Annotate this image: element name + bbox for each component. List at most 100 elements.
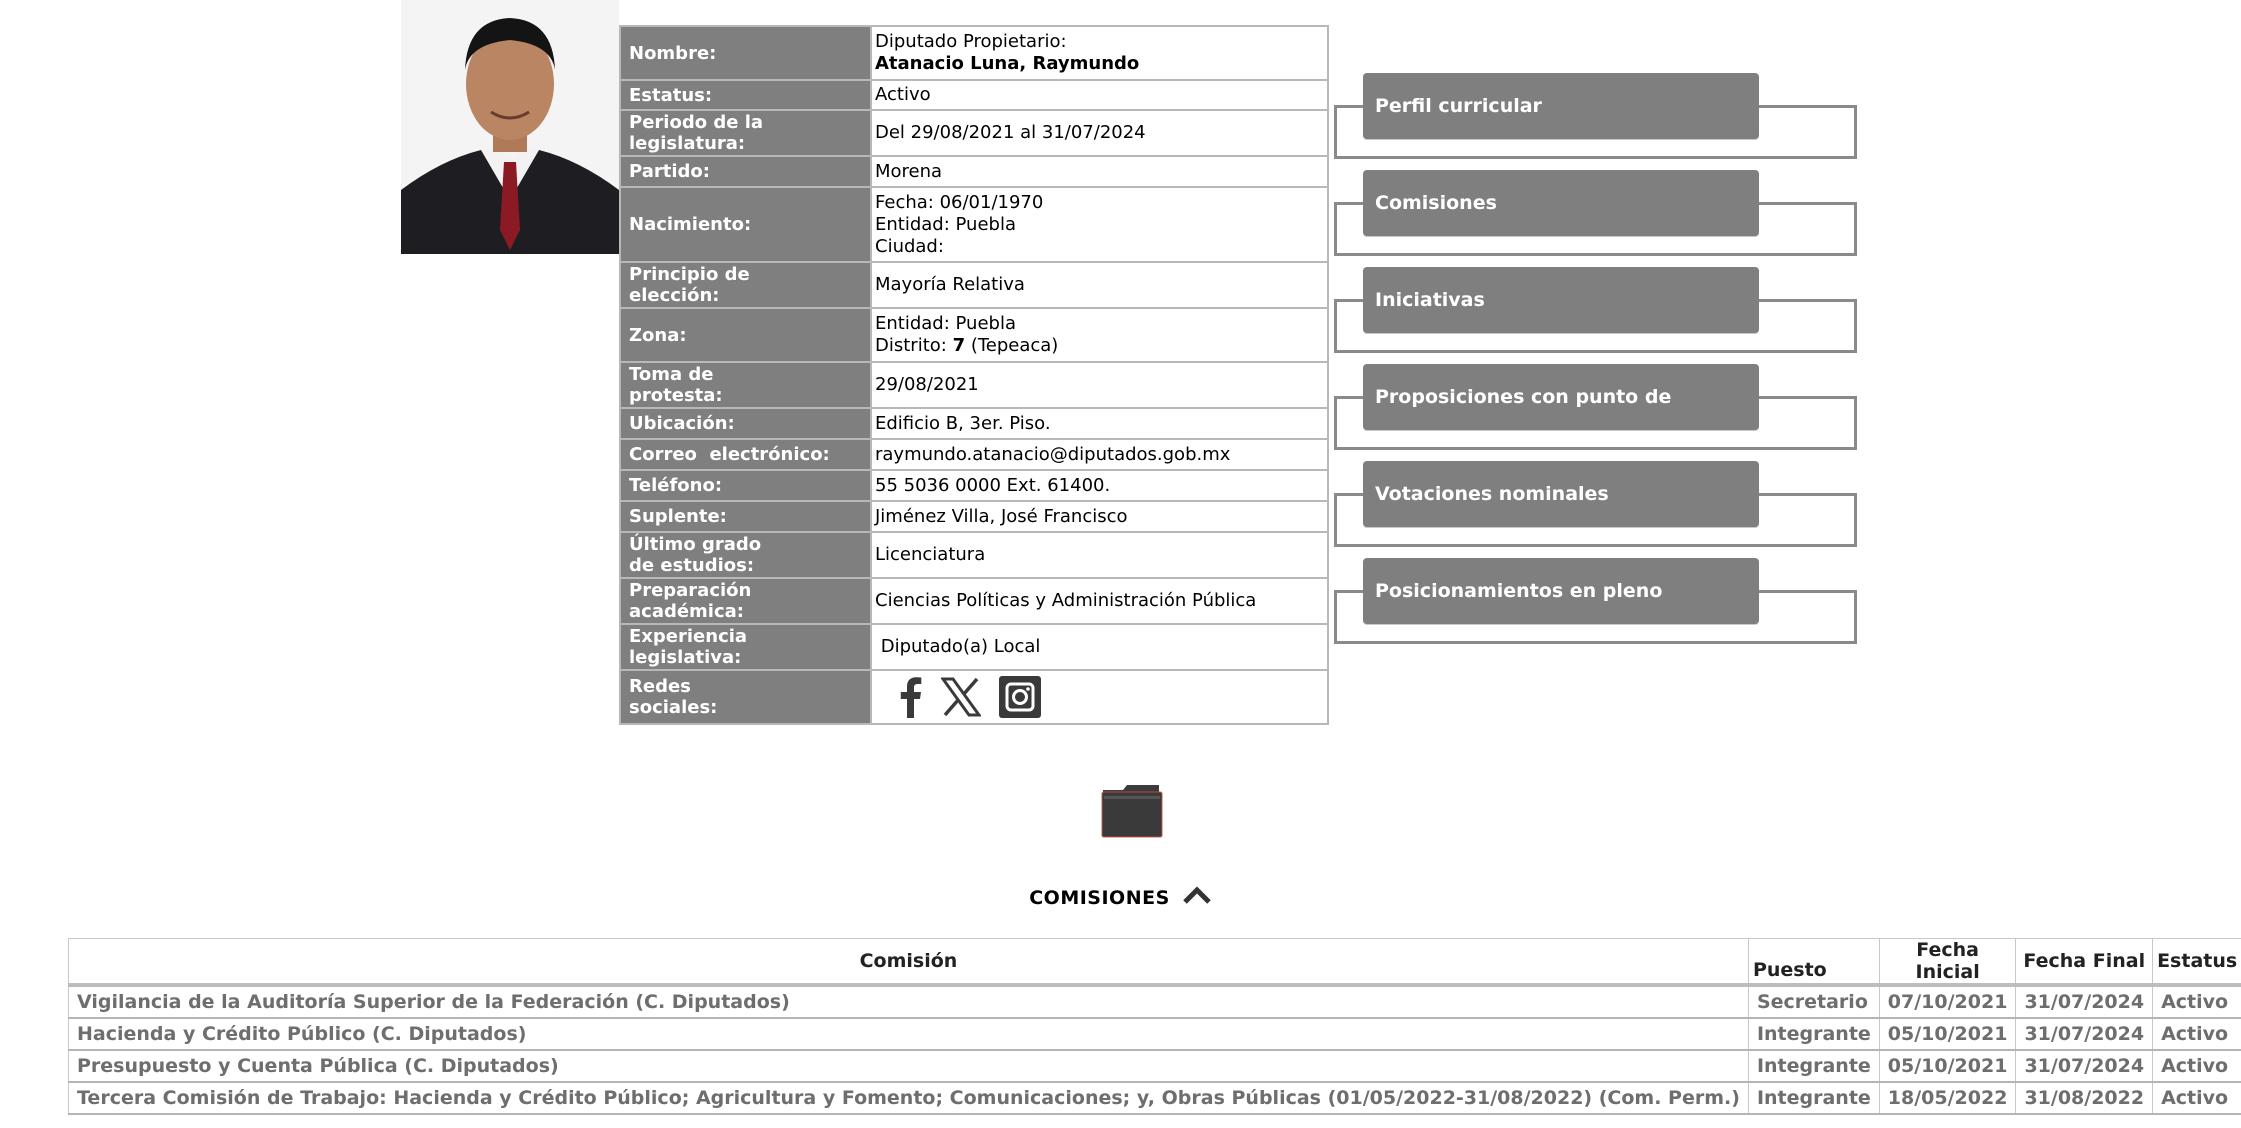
facebook-icon[interactable]	[897, 676, 923, 718]
row-grado: Último grado de estudios: Licenciatura	[619, 531, 1329, 579]
value-suplente: Jiménez Villa, José Francisco	[870, 500, 1329, 533]
value-grado: Licenciatura	[870, 531, 1329, 579]
commissions-table: Comisión Puesto Fecha Inicial Fecha Fina…	[68, 938, 2241, 1115]
label-toma: Toma de protesta:	[619, 361, 872, 409]
header-fecha-final: Fecha Final	[2015, 938, 2154, 987]
label-experiencia: Experiencia legislativa:	[619, 623, 872, 671]
folder-icon[interactable]	[1101, 782, 1163, 838]
cell-fecha-final: 31/07/2024	[2015, 984, 2154, 1019]
label-partido: Partido:	[619, 155, 872, 188]
comisiones-section-header: COMISIONES	[0, 886, 2241, 909]
row-telefono: Teléfono: 55 5036 0000 Ext. 61400.	[619, 469, 1329, 502]
zona-entidad: Entidad: Puebla	[875, 313, 1016, 334]
menu-item-iniciativas: Iniciativas	[1334, 267, 1861, 364]
row-ubicacion: Ubicación: Edificio B, 3er. Piso.	[619, 407, 1329, 440]
cell-puesto: Integrante	[1747, 1081, 1880, 1115]
value-periodo: Del 29/08/2021 al 31/07/2024	[870, 109, 1329, 157]
perfil-curricular-button[interactable]: Perfil curricular	[1363, 73, 1759, 139]
value-telefono: 55 5036 0000 Ext. 61400.	[870, 469, 1329, 502]
menu-item-perfil-curricular: Perfil curricular	[1334, 73, 1861, 170]
header-puesto: Puesto	[1747, 938, 1880, 987]
cell-puesto: Integrante	[1747, 1049, 1880, 1083]
row-correo: Correo electrónico: raymundo.atanacio@di…	[619, 438, 1329, 471]
header-estatus: Estatus	[2152, 938, 2241, 987]
cell-fecha-inicial: 05/10/2021	[1878, 1017, 2017, 1051]
label-experiencia-line2: legislativa:	[629, 647, 742, 668]
value-principio: Mayoría Relativa	[870, 261, 1329, 309]
label-grado-line1: Último grado	[629, 534, 762, 555]
side-menu: Perfil curricular Comisiones Iniciativas…	[1334, 73, 1861, 655]
label-periodo-line2: legislatura:	[629, 133, 746, 154]
label-periodo-line1: Periodo de la	[629, 112, 764, 133]
value-nombre: Diputado Propietario: Atanacio Luna, Ray…	[870, 25, 1329, 81]
value-estatus: Activo	[870, 79, 1329, 111]
cell-estatus: Activo	[2152, 984, 2241, 1019]
value-toma: 29/08/2021	[870, 361, 1329, 409]
label-redes: Redes sociales:	[619, 669, 872, 725]
label-experiencia-line1: Experiencia	[629, 626, 748, 647]
label-nombre: Nombre:	[619, 25, 872, 81]
cell-estatus: Activo	[2152, 1017, 2241, 1051]
menu-item-comisiones: Comisiones	[1334, 170, 1861, 267]
votaciones-button[interactable]: Votaciones nominales	[1363, 461, 1759, 527]
section-title: COMISIONES	[1029, 886, 1170, 909]
header-fecha-inicial: Fecha Inicial	[1878, 938, 2017, 987]
cell-comision[interactable]: Tercera Comisión de Trabajo: Hacienda y …	[68, 1081, 1749, 1115]
social-links	[875, 673, 1324, 721]
cell-puesto: Secretario	[1747, 984, 1880, 1019]
cell-fecha-final: 31/07/2024	[2015, 1017, 2154, 1051]
cell-fecha-final: 31/07/2024	[2015, 1049, 2154, 1083]
label-redes-line1: Redes	[629, 676, 691, 697]
label-preparacion-line2: académica:	[629, 601, 744, 622]
proposiciones-button[interactable]: Proposiciones con punto de acuerdo	[1363, 364, 1759, 474]
distrito-suffix: (Tepeaca)	[965, 335, 1059, 356]
instagram-icon[interactable]	[999, 676, 1041, 718]
row-periodo: Periodo de la legislatura: Del 29/08/202…	[619, 109, 1329, 157]
cell-comision[interactable]: Presupuesto y Cuenta Pública (C. Diputad…	[68, 1049, 1749, 1083]
comisiones-button[interactable]: Comisiones	[1363, 170, 1759, 236]
row-nacimiento: Nacimiento: Fecha: 06/01/1970 Entidad: P…	[619, 186, 1329, 263]
row-zona: Zona: Entidad: Puebla Distrito: 7 (Tepea…	[619, 307, 1329, 363]
table-row: Presupuesto y Cuenta Pública (C. Diputad…	[68, 1049, 2241, 1083]
value-nacimiento: Fecha: 06/01/1970 Entidad: Puebla Ciudad…	[870, 186, 1329, 263]
chevron-up-icon[interactable]	[1182, 886, 1212, 909]
cell-fecha-inicial: 07/10/2021	[1878, 984, 2017, 1019]
posicionamientos-button[interactable]: Posicionamientos en pleno	[1363, 558, 1759, 624]
label-grado: Último grado de estudios:	[619, 531, 872, 579]
label-periodo: Periodo de la legislatura:	[619, 109, 872, 157]
row-principio: Principio de elección: Mayoría Relativa	[619, 261, 1329, 309]
iniciativas-button[interactable]: Iniciativas	[1363, 267, 1759, 333]
distrito-number: 7	[952, 335, 966, 356]
cell-comision[interactable]: Vigilancia de la Auditoría Superior de l…	[68, 984, 1749, 1019]
label-preparacion-line1: Preparación	[629, 580, 752, 601]
label-telefono: Teléfono:	[619, 469, 872, 502]
table-header-row: Comisión Puesto Fecha Inicial Fecha Fina…	[68, 938, 2241, 987]
distrito-prefix: Distrito:	[875, 335, 953, 356]
table-row: Hacienda y Crédito Público (C. Diputados…	[68, 1017, 2241, 1051]
row-preparacion: Preparación académica: Ciencias Política…	[619, 577, 1329, 625]
label-principio: Principio de elección:	[619, 261, 872, 309]
label-redes-line2: sociales:	[629, 697, 718, 718]
zona-distrito: Distrito: 7 (Tepeaca)	[875, 335, 1324, 357]
cell-comision[interactable]: Hacienda y Crédito Público (C. Diputados…	[68, 1017, 1749, 1051]
x-icon[interactable]	[941, 677, 981, 717]
label-nacimiento: Nacimiento:	[619, 186, 872, 263]
value-correo[interactable]: raymundo.atanacio@diputados.gob.mx	[870, 438, 1329, 471]
profile-table: Nombre: Diputado Propietario: Atanacio L…	[619, 25, 1329, 725]
cell-fecha-final: 31/08/2022	[2015, 1081, 2154, 1115]
nombre-value: Atanacio Luna, Raymundo	[875, 53, 1140, 74]
cell-fecha-inicial: 18/05/2022	[1878, 1081, 2017, 1115]
value-preparacion: Ciencias Políticas y Administración Públ…	[870, 577, 1329, 625]
row-estatus: Estatus: Activo	[619, 79, 1329, 111]
value-partido: Morena	[870, 155, 1329, 188]
nombre-title: Diputado Propietario:	[875, 31, 1067, 52]
label-grado-line2: de estudios:	[629, 555, 755, 576]
label-zona: Zona:	[619, 307, 872, 363]
table-row: Vigilancia de la Auditoría Superior de l…	[68, 984, 2241, 1019]
value-experiencia: Diputado(a) Local	[870, 623, 1329, 671]
nacimiento-ciudad: Ciudad:	[875, 235, 944, 257]
label-preparacion: Preparación académica:	[619, 577, 872, 625]
deputy-photo	[401, 0, 619, 254]
label-ubicacion: Ubicación:	[619, 407, 872, 440]
label-correo: Correo electrónico:	[619, 438, 872, 471]
